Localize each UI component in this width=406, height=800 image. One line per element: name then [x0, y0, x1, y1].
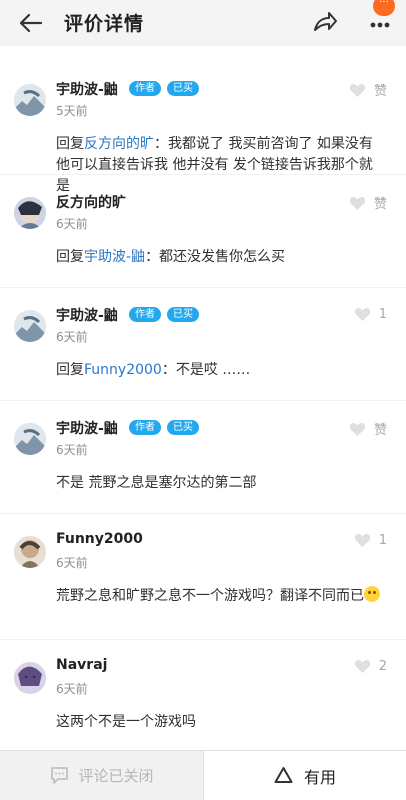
user-avatar[interactable] — [14, 536, 46, 568]
like-button[interactable]: 赞 — [349, 80, 387, 99]
like-count: 2 — [378, 658, 387, 674]
like-button[interactable]: 赞 — [349, 193, 387, 212]
user-badges: 作者 已买 — [129, 81, 199, 96]
user-avatar[interactable] — [14, 662, 46, 694]
like-count: 1 — [378, 306, 387, 322]
comment-text: 回复宇助波-鼬：都还没发售你怎么买 — [56, 247, 382, 268]
user-avatar[interactable] — [14, 84, 46, 116]
user-avatar[interactable] — [14, 197, 46, 229]
share-icon[interactable] — [311, 8, 339, 36]
comment-text: 这两个不是一个游戏吗 — [56, 714, 196, 730]
user-badges: 作者 已买 — [129, 307, 199, 322]
comment-body: ：都还没发售你怎么买 — [145, 249, 286, 265]
like-label: 赞 — [373, 84, 387, 99]
heart-icon — [349, 196, 366, 210]
comment-item: Navraj 6天前 2 这两个不是一个游戏吗 — [0, 640, 406, 752]
back-arrow-icon[interactable] — [18, 11, 44, 35]
like-button[interactable]: 1 — [354, 532, 387, 548]
top-navigation-bar: 评价详情 ··· — [0, 0, 406, 46]
heart-icon — [349, 422, 366, 436]
comment-list: 宇助波-鼬 作者 已买 5天前 赞 回复反方向的旷：我都说了 我买前咨询了 如果… — [0, 62, 406, 752]
comment-body: ：不是哎 …… — [161, 362, 251, 378]
author-badge: 作者 — [129, 81, 161, 96]
username[interactable]: 宇助波-鼬 — [56, 305, 118, 325]
user-avatar[interactable] — [14, 310, 46, 342]
comment-item: Funny2000 6天前 1 荒野之息和旷野之息不一个游戏吗？翻译不同而已 — [0, 514, 406, 640]
like-label: 赞 — [373, 423, 387, 438]
username[interactable]: 宇助波-鼬 — [56, 79, 118, 99]
like-button[interactable]: 1 — [354, 306, 387, 322]
like-button[interactable]: 2 — [354, 658, 387, 674]
like-label: 赞 — [373, 197, 387, 212]
triangle-icon — [274, 767, 293, 783]
heart-icon — [354, 660, 370, 673]
comment-text: 不是 荒野之息是塞尔达的第二部 — [56, 475, 257, 491]
like-count: 1 — [378, 532, 387, 548]
comment-time: 6天前 — [56, 556, 88, 570]
comment-text: 回复Funny2000：不是哎 …… — [56, 360, 382, 381]
author-badge: 作者 — [129, 420, 161, 435]
comment-time: 6天前 — [56, 330, 88, 344]
laughing-face-icon — [364, 586, 380, 602]
reply-prefix: 回复 — [56, 136, 84, 152]
comment-time: 6天前 — [56, 217, 88, 231]
reply-user-link[interactable]: Funny2000 — [84, 362, 162, 378]
username[interactable]: Navraj — [56, 657, 107, 673]
useful-button[interactable]: 有用 — [203, 751, 406, 800]
page-title: 评价详情 — [64, 13, 145, 35]
comment-time: 6天前 — [56, 682, 88, 696]
comment-icon — [51, 767, 69, 784]
useful-label: 有用 — [303, 767, 336, 787]
username[interactable]: Funny2000 — [56, 531, 143, 547]
like-button[interactable]: 赞 — [349, 419, 387, 438]
reply-user-link[interactable]: 反方向的旷 — [84, 136, 154, 152]
comment-time: 6天前 — [56, 443, 88, 457]
heart-icon — [354, 308, 370, 321]
comment-item: 宇助波-鼬 作者 已买 6天前 1 回复Funny2000：不是哎 …… — [0, 288, 406, 401]
username[interactable]: 反方向的旷 — [56, 192, 126, 212]
comment-item: 反方向的旷 6天前 赞 回复宇助波-鼬：都还没发售你怎么买 — [0, 175, 406, 288]
comment-body: 荒野之息和旷野之息不一个游戏吗？翻译不同而已 — [56, 588, 364, 604]
comments-closed-label: 评论已关闭 — [78, 767, 154, 785]
reply-prefix: 回复 — [56, 249, 84, 265]
heart-icon — [349, 83, 366, 97]
purchased-badge: 已买 — [167, 81, 199, 96]
heart-icon — [354, 534, 370, 547]
purchased-badge: 已买 — [167, 420, 199, 435]
username[interactable]: 宇助波-鼬 — [56, 418, 118, 438]
comments-closed-button[interactable]: 评论已关闭 — [0, 751, 203, 800]
reply-prefix: 回复 — [56, 362, 84, 378]
user-avatar[interactable] — [14, 423, 46, 455]
comment-time: 5天前 — [56, 104, 88, 118]
comment-item: 宇助波-鼬 作者 已买 6天前 赞 不是 荒野之息是塞尔达的第二部 — [0, 401, 406, 514]
user-badges: 作者 已买 — [129, 420, 199, 435]
comment-item: 宇助波-鼬 作者 已买 5天前 赞 回复反方向的旷：我都说了 我买前咨询了 如果… — [0, 62, 406, 194]
author-badge: 作者 — [129, 307, 161, 322]
bottom-action-bar: 评论已关闭 有用 — [0, 750, 406, 800]
purchased-badge: 已买 — [167, 307, 199, 322]
reply-user-link[interactable]: 宇助波-鼬 — [84, 249, 145, 265]
comment-text: 荒野之息和旷野之息不一个游戏吗？翻译不同而已 — [56, 586, 382, 607]
